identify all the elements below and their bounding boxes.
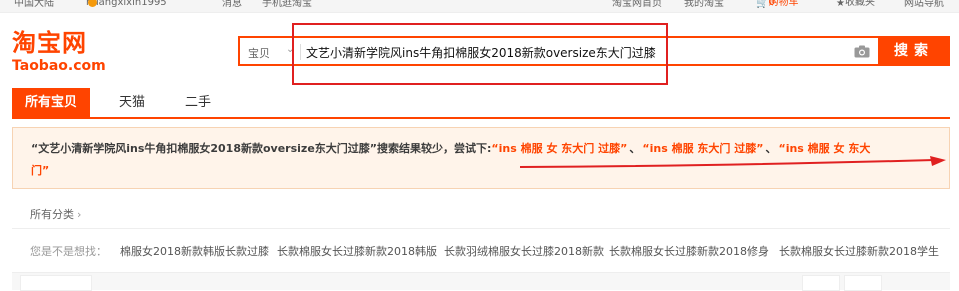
region-link[interactable]: 中国大陆: [14, 0, 54, 9]
suggestion-separator: 、: [629, 142, 641, 155]
tab-all-items[interactable]: 所有宝贝: [12, 88, 90, 118]
logo-english: Taobao.com: [12, 58, 106, 74]
related-search-link[interactable]: 长款棉服女长过膝新款2018韩版: [277, 243, 437, 259]
did-you-mean-label: 您是不是想找：: [30, 245, 107, 258]
tab-secondhand[interactable]: 二手: [174, 88, 222, 118]
suggestion-line-2: 门”: [31, 162, 49, 178]
suggestion-line-1: “文艺小清新学院风ins牛角扣棉服女2018新款oversize东大门过膝”搜索…: [31, 140, 870, 156]
suggestion-link-3-cont[interactable]: 门”: [31, 164, 49, 177]
sitemap-link[interactable]: 网站导航: [904, 0, 944, 9]
filter-bar-partial: [12, 272, 950, 291]
top-bar: 中国大陆 huangxixin1995 消息 手机逛淘宝 淘宝网首页 我的淘宝 …: [0, 0, 959, 13]
suggestion-link-3[interactable]: “ins 棉服 女 东大: [778, 142, 870, 155]
cart-count: 0: [768, 0, 775, 8]
chevron-down-icon[interactable]: ⌄: [286, 44, 294, 55]
search-box: 宝贝 ⌄ 文艺小清新学院风ins牛角扣棉服女2018新款oversize东大门过…: [238, 36, 878, 66]
chevron-right-icon: ›: [77, 208, 82, 221]
category-breadcrumb[interactable]: 所有分类 ›: [30, 206, 81, 222]
suggestion-link-1[interactable]: “ins 棉服 女 东大门 过膝”: [491, 142, 627, 155]
divider: [12, 228, 950, 229]
cart-link[interactable]: 🛒 购物车 0: [756, 0, 798, 9]
search-button[interactable]: 搜索: [878, 36, 950, 66]
search-scope-select[interactable]: 宝贝: [248, 45, 270, 61]
search-input[interactable]: 文艺小清新学院风ins牛角扣棉服女2018新款oversize东大门过膝: [306, 44, 656, 61]
camera-icon[interactable]: [854, 45, 870, 58]
logo-chinese: 淘宝网: [12, 29, 87, 57]
scope-divider: [300, 44, 301, 60]
annotation-arrow: [519, 156, 946, 168]
suggestion-prefix: “文艺小清新学院风ins牛角扣棉服女2018新款oversize东大门过膝”搜索…: [31, 142, 492, 155]
related-search-link[interactable]: 棉服女2018新款韩版长款过膝: [120, 243, 269, 259]
related-search-link[interactable]: 长款羽绒棉服女长过膝2018新款: [444, 243, 604, 259]
related-search-link[interactable]: 长款棉服女长过膝新款2018学生: [779, 243, 939, 259]
category-label: 所有分类: [30, 208, 74, 221]
username-text: huangxixin1995: [86, 0, 167, 8]
taobao-logo[interactable]: 淘宝网 Taobao.com: [12, 30, 106, 74]
favorites-label: 收藏夹: [844, 0, 875, 8]
home-link[interactable]: 淘宝网首页: [612, 0, 662, 9]
tab-tmall[interactable]: 天猫: [108, 88, 156, 118]
favorites-link[interactable]: ★ 收藏夹: [836, 0, 875, 9]
suggestion-link-2[interactable]: “ins 棉服 东大门 过膝”: [642, 142, 763, 155]
tabs-underline: [12, 117, 950, 119]
suggestion-separator: 、: [765, 142, 777, 155]
messages-link[interactable]: 消息: [222, 0, 242, 9]
my-taobao-link[interactable]: 我的淘宝: [684, 0, 724, 9]
related-search-link[interactable]: 长款棉服女长过膝新款2018修身: [609, 243, 769, 259]
mobile-taobao-link[interactable]: 手机逛淘宝: [262, 0, 312, 9]
